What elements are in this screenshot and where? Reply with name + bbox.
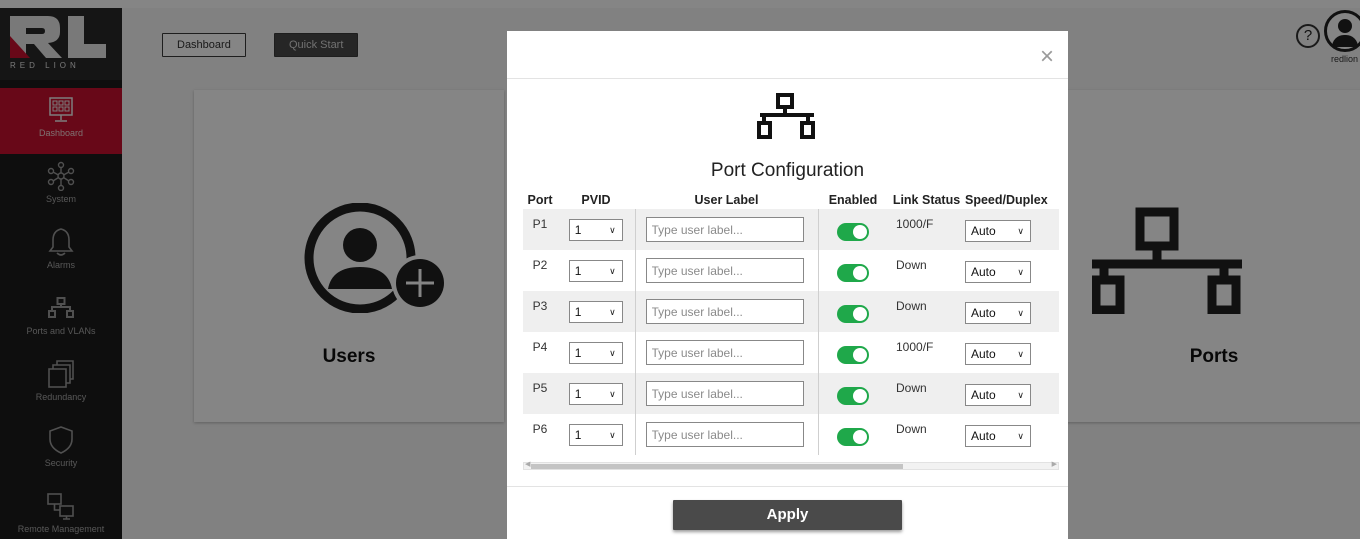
chevron-down-icon: ∨ [609, 266, 616, 276]
port-name: P2 [523, 250, 557, 291]
chevron-down-icon: ∨ [1017, 308, 1024, 318]
close-icon[interactable]: × [1036, 45, 1058, 69]
user-label-input[interactable] [645, 258, 804, 283]
port-name: P1 [523, 209, 557, 250]
speed-value: Auto [971, 429, 996, 443]
scroll-right-icon[interactable]: ▶ [1052, 460, 1057, 468]
modal-footer-divider [507, 486, 1068, 487]
port-table-scroll-area[interactable]: Port PVID User Label Enabled Link Status… [523, 191, 1059, 457]
pvid-value: 1 [574, 387, 582, 401]
apply-button[interactable]: Apply [673, 500, 902, 530]
speed-duplex-select[interactable]: Auto ∨ [965, 302, 1031, 324]
speed-value: Auto [971, 265, 996, 279]
speed-duplex-select[interactable]: Auto ∨ [965, 261, 1031, 283]
app-window: RED LION Dashboard System Alarms Ports a [0, 0, 1360, 539]
user-label-input[interactable] [645, 299, 804, 324]
chevron-down-icon: ∨ [1017, 226, 1024, 236]
enabled-toggle[interactable] [837, 305, 870, 323]
pvid-select[interactable]: 1 ∨ [568, 260, 623, 282]
table-row: P3 1∨ Down Auto∨ [523, 291, 1059, 332]
pvid-value: 1 [574, 428, 582, 442]
chevron-down-icon: ∨ [609, 348, 616, 358]
speed-duplex-select[interactable]: Auto ∨ [965, 384, 1031, 406]
enabled-toggle[interactable] [837, 264, 870, 282]
table-row: P6 1∨ Down Auto∨ [523, 414, 1059, 455]
column-header-link-status: Link Status [892, 193, 961, 207]
port-name: P4 [523, 332, 557, 373]
pvid-value: 1 [574, 305, 582, 319]
pvid-select[interactable]: 1 ∨ [568, 301, 623, 323]
modal-title: Port Configuration [710, 160, 865, 181]
pvid-value: 1 [574, 346, 582, 360]
column-header-port: Port [527, 193, 553, 207]
speed-value: Auto [971, 347, 996, 361]
port-name: P5 [523, 373, 557, 414]
column-header-user-label: User Label [694, 193, 759, 207]
chevron-down-icon: ∨ [609, 225, 616, 235]
column-header-speed-duplex: Speed/Duplex [965, 193, 1048, 207]
speed-duplex-select[interactable]: Auto ∨ [965, 220, 1031, 242]
enabled-toggle[interactable] [837, 428, 870, 446]
chevron-down-icon: ∨ [1017, 267, 1024, 277]
user-label-input[interactable] [645, 381, 804, 406]
chevron-down-icon: ∨ [1017, 349, 1024, 359]
table-row: P2 1∨ Down Auto∨ [523, 250, 1059, 291]
link-status: Down [888, 250, 965, 291]
enabled-toggle[interactable] [837, 223, 870, 241]
table-row: P4 1∨ 1000/F Auto∨ [523, 332, 1059, 373]
enabled-toggle[interactable] [837, 346, 870, 364]
pvid-select[interactable]: 1 ∨ [568, 424, 623, 446]
link-status: Down [888, 373, 965, 414]
chevron-down-icon: ∨ [609, 430, 616, 440]
scrollbar-thumb[interactable] [531, 464, 903, 469]
speed-duplex-select[interactable]: Auto ∨ [965, 343, 1031, 365]
chevron-down-icon: ∨ [609, 307, 616, 317]
link-status: Down [888, 414, 965, 455]
speed-value: Auto [971, 306, 996, 320]
speed-value: Auto [971, 224, 996, 238]
link-status: 1000/F [888, 332, 965, 373]
pvid-value: 1 [574, 264, 582, 278]
table-row: P1 1∨ 1000/F Auto∨ [523, 209, 1059, 250]
user-label-input[interactable] [645, 422, 804, 447]
chevron-down-icon: ∨ [609, 389, 616, 399]
column-header-enabled: Enabled [828, 193, 878, 207]
port-config-table: Port PVID User Label Enabled Link Status… [523, 191, 1059, 455]
table-row: P5 1∨ Down Auto∨ [523, 373, 1059, 414]
chevron-down-icon: ∨ [1017, 390, 1024, 400]
link-status: Down [888, 291, 965, 332]
pvid-select[interactable]: 1 ∨ [568, 342, 623, 364]
scroll-left-icon[interactable]: ◀ [525, 460, 530, 468]
speed-value: Auto [971, 388, 996, 402]
port-name: P3 [523, 291, 557, 332]
speed-duplex-select[interactable]: Auto ∨ [965, 425, 1031, 447]
pvid-value: 1 [574, 223, 582, 237]
port-configuration-modal: × Port Configuration Port PVID User Labe… [507, 31, 1068, 539]
user-label-input[interactable] [645, 217, 804, 242]
user-label-input[interactable] [645, 340, 804, 365]
column-header-pvid: PVID [581, 193, 611, 207]
horizontal-scrollbar[interactable]: ◀ ▶ [523, 460, 1059, 470]
chevron-down-icon: ∨ [1017, 431, 1024, 441]
link-status: 1000/F [888, 209, 965, 250]
port-name: P6 [523, 414, 557, 455]
modal-header-divider [507, 78, 1068, 79]
pvid-select[interactable]: 1 ∨ [568, 383, 623, 405]
enabled-toggle[interactable] [837, 387, 870, 405]
pvid-select[interactable]: 1 ∨ [568, 219, 623, 241]
network-ports-icon [757, 93, 815, 139]
table-header-row: Port PVID User Label Enabled Link Status… [523, 191, 1059, 209]
